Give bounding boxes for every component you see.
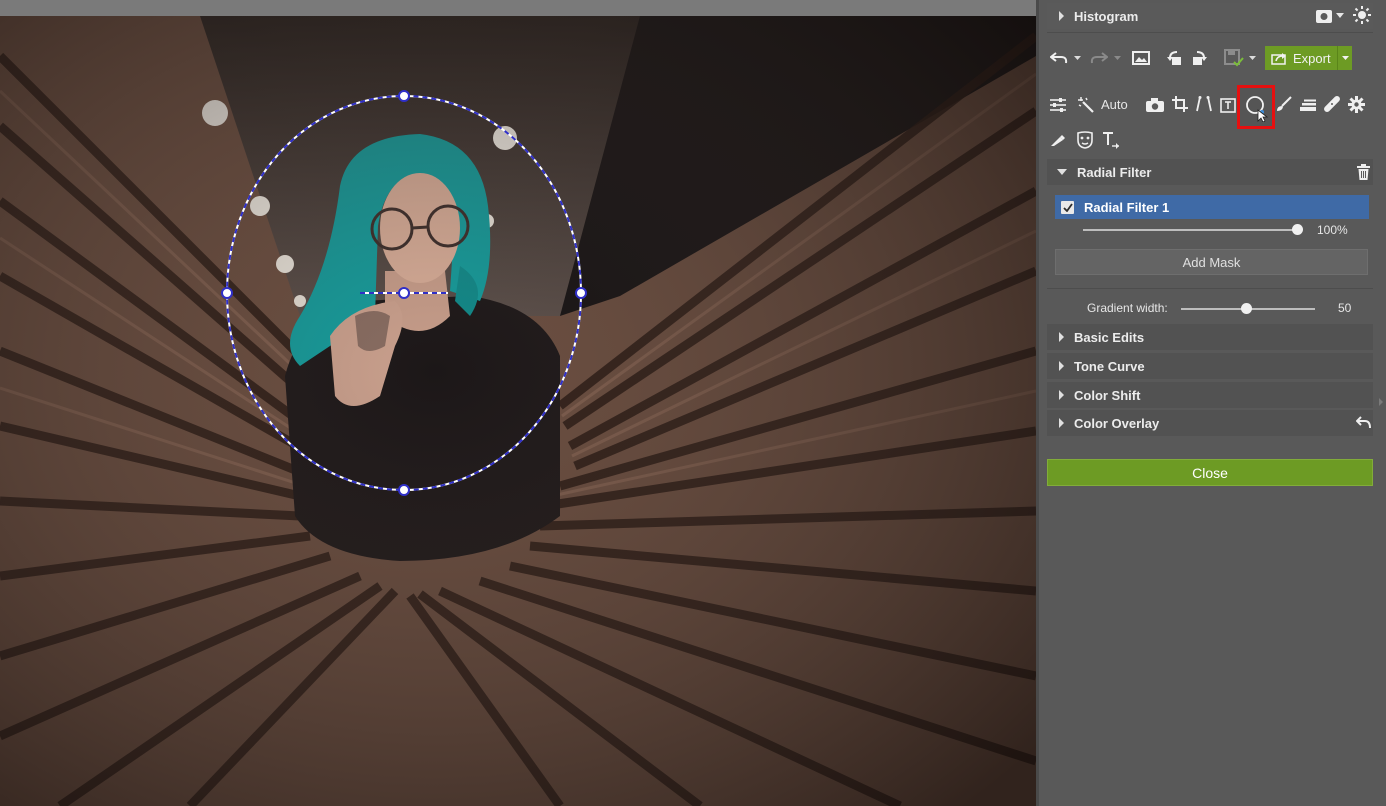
adjustments-icon[interactable] — [1049, 96, 1067, 114]
radial-filter-header[interactable]: Radial Filter — [1047, 159, 1373, 185]
export-icon — [1271, 52, 1287, 65]
trash-icon[interactable] — [1355, 163, 1371, 181]
expand-caret-icon — [1059, 390, 1064, 400]
collapse-caret-icon — [1057, 169, 1067, 175]
section-title: Color Overlay — [1074, 415, 1160, 431]
face-mask-icon[interactable] — [1075, 130, 1095, 150]
undo-history-icon[interactable] — [1073, 54, 1081, 62]
healing-bandage-icon[interactable] — [1323, 95, 1341, 113]
export-label: Export — [1293, 50, 1331, 66]
basic-edits-header[interactable]: Basic Edits — [1047, 324, 1373, 350]
photo-preview[interactable] — [0, 16, 1036, 806]
brush-icon[interactable] — [1275, 95, 1293, 113]
photo-image — [0, 16, 1036, 806]
redo-icon[interactable] — [1089, 49, 1109, 67]
panel-collapse-icon[interactable] — [1379, 398, 1383, 406]
checkmark-icon — [1062, 202, 1073, 212]
radial-filter-list-item[interactable]: Radial Filter 1 — [1055, 195, 1369, 219]
gradient-width-label: Gradient width: — [1087, 301, 1168, 315]
magic-wand-icon[interactable] — [1077, 96, 1095, 114]
gradient-width-slider-handle[interactable] — [1241, 303, 1252, 314]
chevron-down-icon[interactable] — [1335, 10, 1345, 20]
add-mask-button[interactable]: Add Mask — [1055, 249, 1368, 275]
gear-icon[interactable] — [1347, 95, 1365, 113]
image-icon[interactable] — [1131, 49, 1151, 67]
auto-button[interactable]: Auto — [1101, 97, 1128, 112]
perspective-icon[interactable] — [1195, 95, 1213, 113]
histogram-title: Histogram — [1074, 8, 1139, 24]
divider — [1047, 288, 1373, 289]
expand-caret-icon — [1059, 332, 1064, 342]
crop-icon[interactable] — [1171, 95, 1189, 113]
image-canvas[interactable] — [0, 0, 1036, 806]
divider — [1047, 32, 1373, 33]
right-panel: Histogram Export Auto Radial Filter Radi… — [1036, 0, 1386, 806]
gradient-width-value: 50 — [1338, 301, 1352, 315]
filter-name: Radial Filter 1 — [1084, 199, 1170, 215]
save-options-icon[interactable] — [1248, 54, 1256, 62]
rotate-right-icon[interactable] — [1189, 48, 1209, 68]
radial-filter-icon — [1246, 96, 1269, 122]
filter-enabled-checkbox[interactable] — [1061, 200, 1074, 214]
undo-icon[interactable] — [1049, 49, 1069, 67]
section-title: Basic Edits — [1074, 329, 1145, 345]
export-dropdown-button[interactable] — [1337, 46, 1352, 70]
rotate-left-icon[interactable] — [1165, 48, 1185, 68]
gradient-filter-icon[interactable] — [1299, 96, 1317, 114]
radial-filter-tool-button[interactable] — [1237, 85, 1275, 129]
expand-caret-icon — [1059, 11, 1064, 21]
opacity-slider-track[interactable] — [1083, 229, 1293, 231]
eraser-pen-icon[interactable] — [1049, 131, 1067, 149]
text-tool-icon[interactable] — [1101, 130, 1121, 150]
camera-icon[interactable] — [1145, 96, 1165, 114]
section-title: Color Shift — [1074, 387, 1141, 403]
save-icon[interactable] — [1223, 48, 1245, 68]
section-title: Tone Curve — [1074, 358, 1145, 374]
camera-mode-icon[interactable] — [1315, 8, 1333, 24]
expand-caret-icon — [1059, 361, 1064, 371]
close-button[interactable]: Close — [1047, 459, 1373, 486]
opacity-slider-handle[interactable] — [1292, 224, 1303, 235]
tone-curve-header[interactable]: Tone Curve — [1047, 353, 1373, 379]
text-frame-icon[interactable] — [1219, 96, 1237, 114]
settings-sun-icon[interactable] — [1353, 6, 1371, 24]
color-shift-header[interactable]: Color Shift — [1047, 382, 1373, 408]
opacity-value: 100% — [1317, 223, 1348, 237]
radial-filter-title: Radial Filter — [1077, 164, 1152, 180]
reset-icon[interactable] — [1355, 414, 1371, 430]
color-overlay-header[interactable]: Color Overlay — [1047, 410, 1373, 436]
expand-caret-icon — [1059, 418, 1064, 428]
redo-history-icon[interactable] — [1113, 54, 1121, 62]
